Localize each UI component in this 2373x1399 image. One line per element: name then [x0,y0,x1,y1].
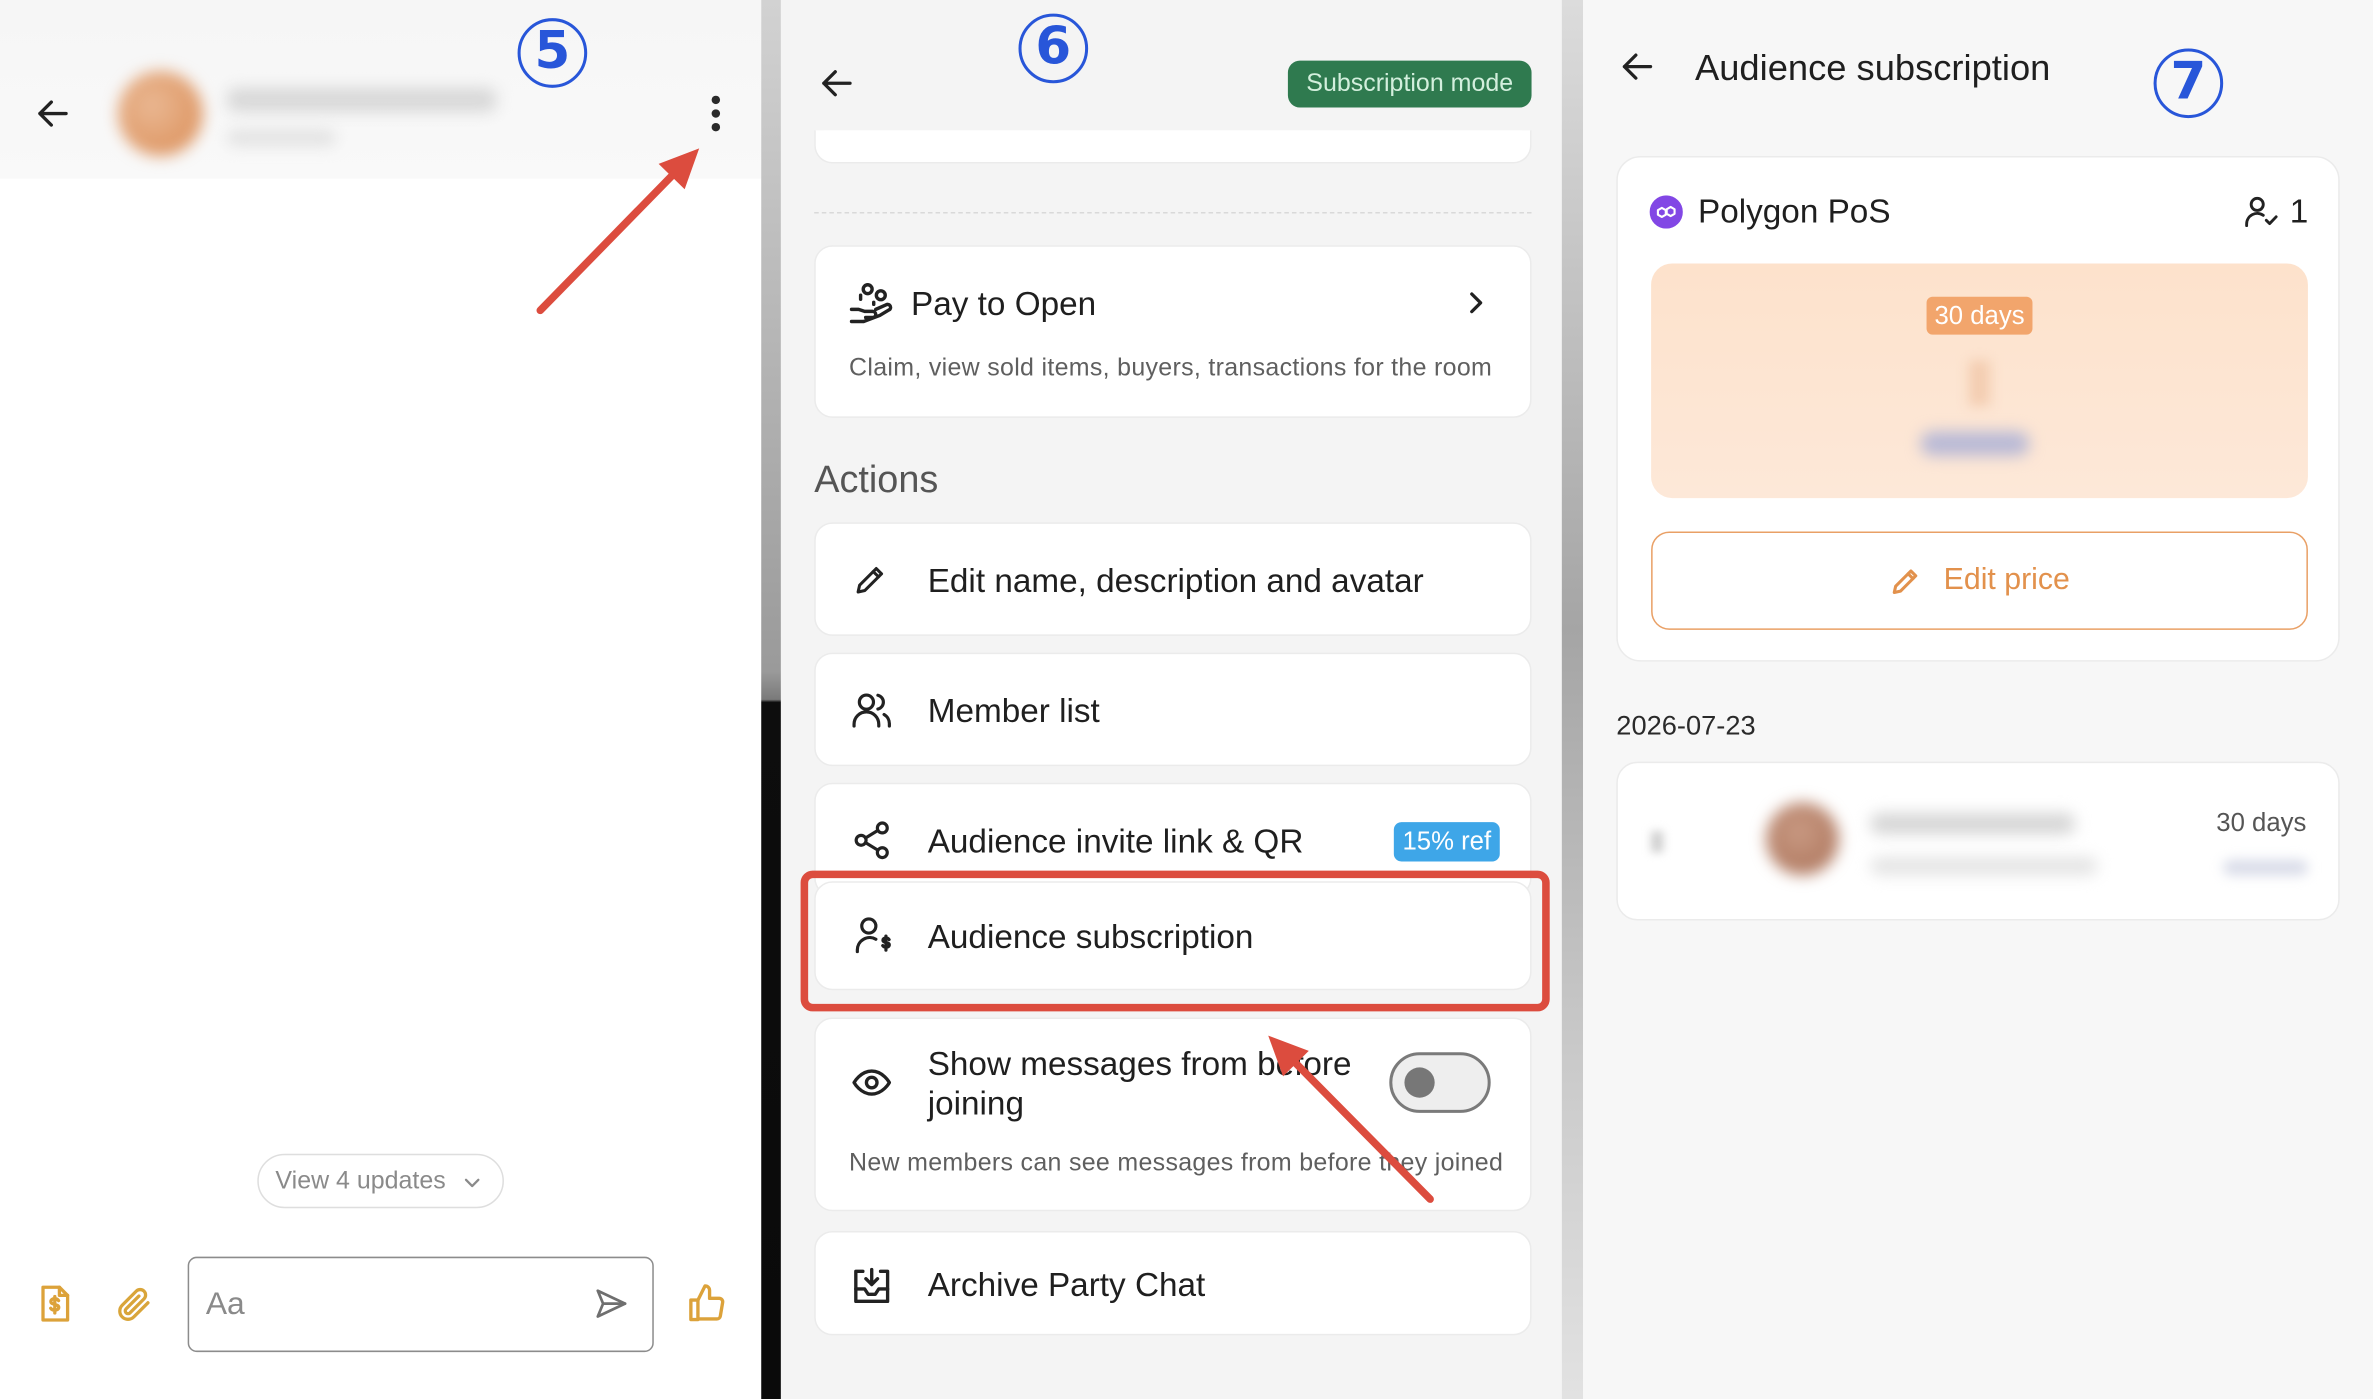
network-name: Polygon PoS [1698,192,1891,231]
screen-divider [761,0,781,1399]
price-panel: 30 days [1651,263,2308,499]
member-list-label: Member list [927,691,1100,730]
audience-subscription-screen: Audience subscription 7 Polygon PoS 1 30… [1583,0,2373,1399]
subscription-mode-badge: Subscription mode [1287,60,1532,108]
subscriber-count: 1 [2289,192,2309,231]
row-index-blurred [1651,831,1664,853]
show-history-toggle[interactable] [1389,1052,1491,1113]
subscription-duration: 30 days [2216,808,2307,838]
chat-subtitle-blurred [227,130,336,146]
message-input[interactable] [187,1256,654,1353]
arrow-left-icon[interactable] [817,64,856,103]
toggle-knob [1404,1066,1435,1097]
edit-room-button[interactable]: Edit name, description and avatar [814,522,1532,636]
chevron-down-icon [464,1178,480,1188]
edit-price-label: Edit price [1943,563,2070,597]
page-title: Audience subscription [1694,48,2051,90]
step-number-badge: 5 [517,18,588,88]
show-history-label: Show messages from before joining [927,1044,1352,1122]
eye-icon [852,1069,892,1096]
arrow-left-icon[interactable] [1618,47,1657,86]
edit-price-button[interactable]: Edit price [1651,531,2308,630]
show-history-description: New members can see messages from before… [849,1149,1504,1177]
pencil-icon [856,567,884,594]
subscriber-name-blurred [1870,813,2075,835]
send-icon[interactable] [593,1285,629,1321]
price-blurred [1968,360,1991,406]
subscriber-detail-blurred [1870,856,2098,876]
archive-chat-button[interactable]: Archive Party Chat [814,1230,1532,1336]
history-date: 2026-07-23 [1616,710,1756,741]
pay-to-open-card[interactable]: Pay to Open Claim, view sold items, buye… [814,245,1532,418]
screenshot-stage: 5 View 4 updates 6 Subscription mode Pay… [0,0,2373,1399]
paperclip-icon[interactable] [114,1284,153,1323]
avatar [1766,802,1839,876]
hand-coins-icon [849,283,893,324]
chat-screen: 5 View 4 updates [0,0,762,1399]
view-updates-button[interactable]: View 4 updates [257,1153,504,1209]
chevron-right-icon [1470,292,1483,314]
pencil-icon [1893,568,1918,594]
step-number-badge: 7 [2153,48,2224,119]
pay-to-open-subtitle: Claim, view sold items, buyers, transact… [849,354,1493,382]
step-number-badge: 6 [1018,13,1089,84]
polygon-logo-icon [1649,195,1683,229]
invite-link-button[interactable]: Audience invite link & QR 15% ref [814,782,1532,897]
show-history-setting: Show messages from before joining New me… [814,1017,1532,1212]
arrow-left-icon[interactable] [33,94,72,133]
users-icon [852,693,891,728]
duration-tag: 30 days [1926,296,2033,335]
previous-card-edge [814,130,1532,164]
archive-chat-label: Archive Party Chat [927,1265,1206,1304]
member-list-button[interactable]: Member list [814,652,1532,767]
view-updates-label: View 4 updates [275,1167,446,1195]
user-dollar-icon [855,917,891,954]
document-dollar-icon[interactable] [35,1284,74,1323]
archive-icon [854,1267,890,1304]
invite-link-label: Audience invite link & QR [927,822,1304,860]
edit-room-label: Edit name, description and avatar [927,561,1424,600]
actions-heading: Actions [814,458,939,502]
screen-divider [1561,0,1584,1399]
room-settings-screen: 6 Subscription mode Pay to Open Claim, v… [780,0,1562,1399]
audience-subscription-label: Audience subscription [927,917,1254,956]
more-vertical-icon[interactable] [701,94,731,133]
thumbs-up-icon[interactable] [686,1282,728,1324]
amount-blurred [2223,859,2308,876]
token-blurred [1920,431,2030,456]
user-check-icon [2245,196,2278,228]
chat-header [0,0,762,179]
pay-to-open-title: Pay to Open [911,284,1097,323]
subscription-plan-card: Polygon PoS 1 30 days Edit price [1616,155,2340,662]
audience-subscription-button[interactable]: Audience subscription [814,881,1532,991]
chat-title-blurred [227,87,497,113]
section-divider [814,211,1532,214]
share-icon [854,821,889,860]
avatar[interactable] [118,71,203,156]
referral-badge: 15% ref [1393,822,1500,862]
subscriber-row[interactable]: 30 days [1616,761,2340,921]
